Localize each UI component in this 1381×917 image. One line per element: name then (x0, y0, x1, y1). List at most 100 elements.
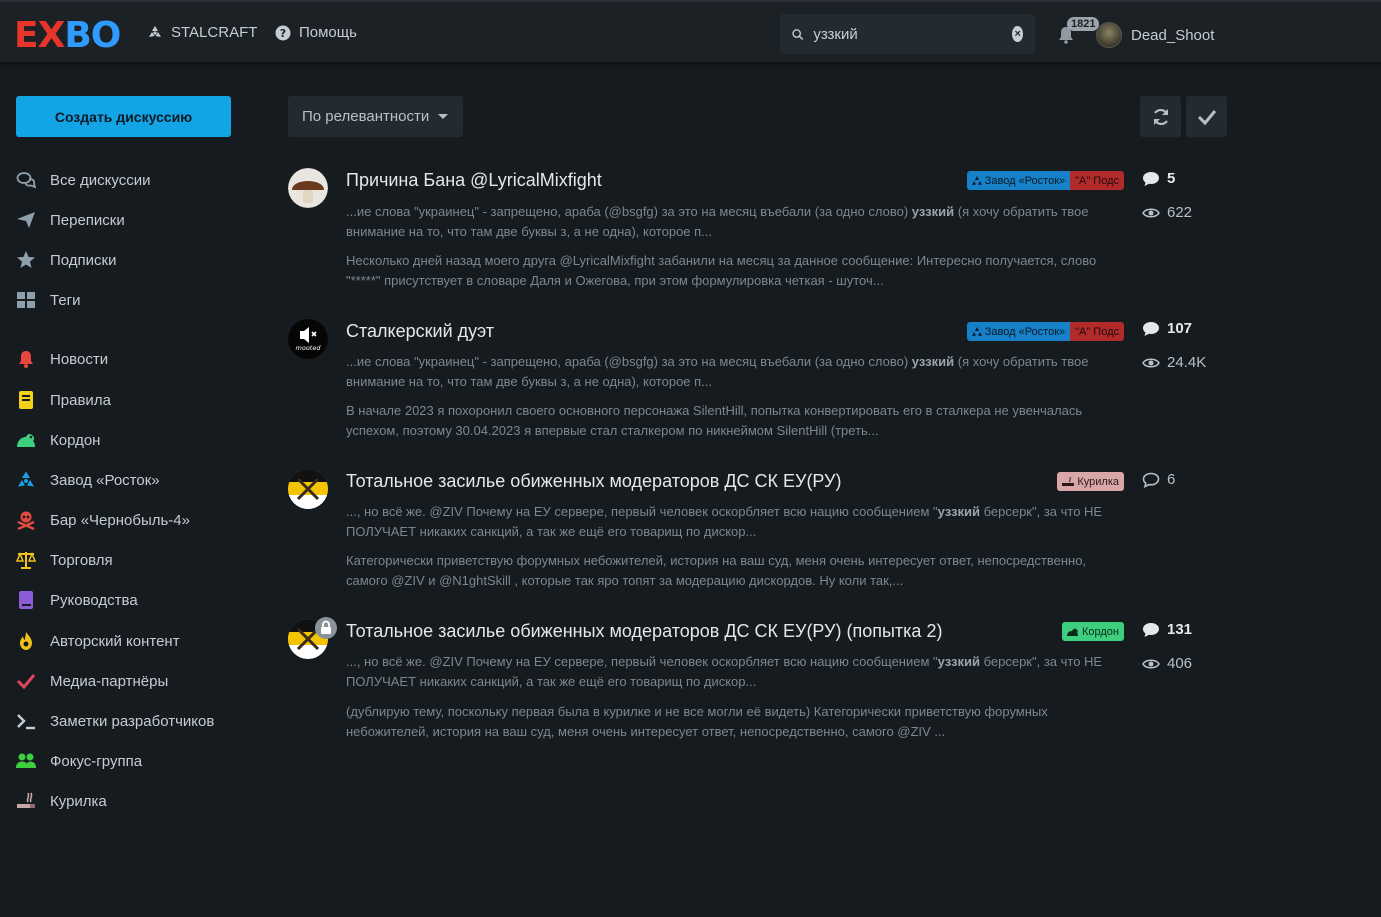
top-header: EXBO STALCRAFT ? Помощь × 1821 Dead_Shoo… (0, 0, 1381, 62)
author-avatar[interactable]: mooted (288, 319, 328, 359)
search-input[interactable] (813, 25, 1013, 43)
tag-cordon[interactable]: Кордон (1061, 622, 1124, 641)
discussion-item[interactable]: Тотальное засилье обиженных модераторов … (288, 469, 1228, 599)
eye-icon (1142, 207, 1160, 218)
discussion-tags: Курилка (1057, 472, 1124, 491)
paper-plane-icon (17, 212, 35, 228)
sidebar-item-author-content[interactable]: Авторский контент (16, 631, 180, 651)
views-count: 24.4K (1142, 354, 1206, 371)
bell-icon (19, 351, 33, 368)
flag-avatar-icon (288, 469, 328, 509)
sidebar-item-all-discussions[interactable]: Все дискуссии (16, 170, 150, 190)
replies-count: 6 (1142, 471, 1175, 488)
discussion-first-post: Категорически приветствую форумных небож… (346, 553, 1087, 588)
sidebar-item-bar[interactable]: Бар «Чернобыль-4» (16, 510, 190, 530)
comments-icon (16, 172, 36, 189)
author-avatar[interactable] (288, 168, 328, 208)
refresh-button[interactable] (1140, 96, 1181, 137)
clear-search-icon[interactable]: × (1012, 26, 1023, 42)
sidebar-item-cordon[interactable]: Кордон (16, 430, 100, 450)
replies-count: 5 (1142, 170, 1175, 187)
sidebar-item-focus-group[interactable]: Фокус-группа (16, 751, 142, 771)
radiation-icon (18, 471, 34, 487)
scales-icon (16, 552, 36, 569)
discussion-item[interactable]: Тотальное засилье обиженных модераторов … (288, 617, 1228, 749)
notifications-count: 1821 (1067, 17, 1100, 31)
star-icon (17, 251, 35, 268)
sidebar-item-subscriptions[interactable]: Подписки (16, 250, 117, 270)
frog-icon (1066, 628, 1078, 636)
caret-down-icon (438, 114, 449, 119)
discussion-title[interactable]: Тотальное засилье обиженных модераторов … (346, 471, 841, 492)
nav-stalcraft[interactable]: STALCRAFT (147, 24, 257, 41)
radiation-icon (971, 175, 982, 185)
discussion-title[interactable]: Причина Бана @LyricalMixfight (346, 170, 602, 191)
mark-all-read-button[interactable] (1186, 96, 1227, 137)
fire-icon (20, 632, 32, 650)
username[interactable]: Dead_Shoot (1131, 27, 1214, 44)
check-icon (16, 674, 36, 690)
nav-help[interactable]: ? Помощь (275, 24, 357, 41)
sidebar-item-guides[interactable]: Руководства (16, 590, 138, 610)
discussion-title[interactable]: Сталкерский дуэт (346, 321, 494, 342)
sidebar-item-rostok[interactable]: Завод «Росток» (16, 470, 160, 490)
sidebar-item-rules[interactable]: Правила (16, 390, 111, 410)
comment-icon (1143, 622, 1159, 637)
author-avatar[interactable] (288, 469, 328, 509)
refresh-icon (1153, 108, 1168, 125)
comment-outline-icon (1142, 472, 1160, 488)
discussion-item[interactable]: mooted Сталкерский дуэт Завод «Росток» "… (288, 319, 1228, 449)
svg-text:?: ? (280, 27, 286, 40)
svg-text:mooted: mooted (296, 344, 322, 352)
sidebar-item-news[interactable]: Новости (16, 349, 108, 369)
discussion-item[interactable]: Причина Бана @LyricalMixfight Завод «Рос… (288, 168, 1228, 298)
discussion-first-post: Несколько дней назад моего друга @Lyrica… (346, 253, 1097, 288)
muted-avatar-icon: mooted (288, 319, 328, 359)
comment-icon (1143, 171, 1159, 186)
skull-icon (17, 511, 35, 530)
discussion-tags: Кордон (1061, 622, 1124, 641)
lock-icon (315, 617, 337, 639)
help-icon: ? (275, 25, 291, 40)
book-icon (19, 391, 33, 409)
sidebar-item-trade[interactable]: Торговля (16, 550, 113, 570)
discussion-title[interactable]: Тотальное засилье обиженных модераторов … (346, 621, 942, 642)
tag-subscriptions[interactable]: "A" Подс (1070, 322, 1124, 341)
views-count: 406 (1142, 655, 1192, 672)
grid-icon (17, 292, 35, 308)
discussion-excerpt: ...ие слова "украинец" - запрещено, араб… (346, 354, 1089, 389)
discussion-first-post: В начале 2023 я похоронил своего основно… (346, 403, 1083, 438)
user-avatar[interactable] (1096, 22, 1122, 48)
sidebar-item-media-partners[interactable]: Медиа-партнёры (16, 671, 168, 691)
users-icon (16, 753, 36, 768)
discussion-first-post: (дублирую тему, поскольку первая была в … (346, 704, 1048, 739)
tag-rostok[interactable]: Завод «Росток» (966, 171, 1071, 190)
terminal-icon (17, 714, 35, 730)
create-discussion-button[interactable]: Создать дискуссию (16, 96, 231, 137)
replies-count: 131 (1142, 621, 1192, 638)
sidebar-item-tags[interactable]: Теги (16, 290, 81, 310)
tag-subscriptions[interactable]: "A" Подс (1070, 171, 1124, 190)
discussion-tags: Завод «Росток» "A" Подс (966, 322, 1124, 341)
tag-rostok[interactable]: Завод «Росток» (966, 322, 1071, 341)
sidebar-item-smoking[interactable]: Курилка (16, 791, 107, 811)
radiation-icon (971, 326, 982, 336)
discussion-tags: Завод «Росток» "A" Подс (966, 171, 1124, 190)
discussion-excerpt: ...ие слова "украинец" - запрещено, араб… (346, 204, 1089, 239)
tag-smoking[interactable]: Курилка (1057, 472, 1124, 491)
frog-icon (17, 433, 35, 447)
sort-dropdown[interactable]: По релевантности (288, 96, 463, 137)
mushroom-avatar-icon (288, 168, 328, 208)
exbo-logo[interactable]: EX BO (14, 15, 121, 56)
radiation-icon (149, 25, 161, 37)
book-icon (19, 591, 33, 609)
views-count: 622 (1142, 204, 1192, 221)
sidebar-item-messages[interactable]: Переписки (16, 210, 125, 230)
check-icon (1197, 109, 1216, 125)
smoking-icon (17, 792, 35, 808)
discussion-excerpt: ..., но всё же. @ZIV Почему на ЕУ сервер… (346, 504, 1103, 539)
search-icon (792, 28, 804, 40)
sidebar-item-dev-notes[interactable]: Заметки разработчиков (16, 711, 214, 731)
eye-icon (1142, 658, 1160, 669)
eye-icon (1142, 357, 1160, 368)
